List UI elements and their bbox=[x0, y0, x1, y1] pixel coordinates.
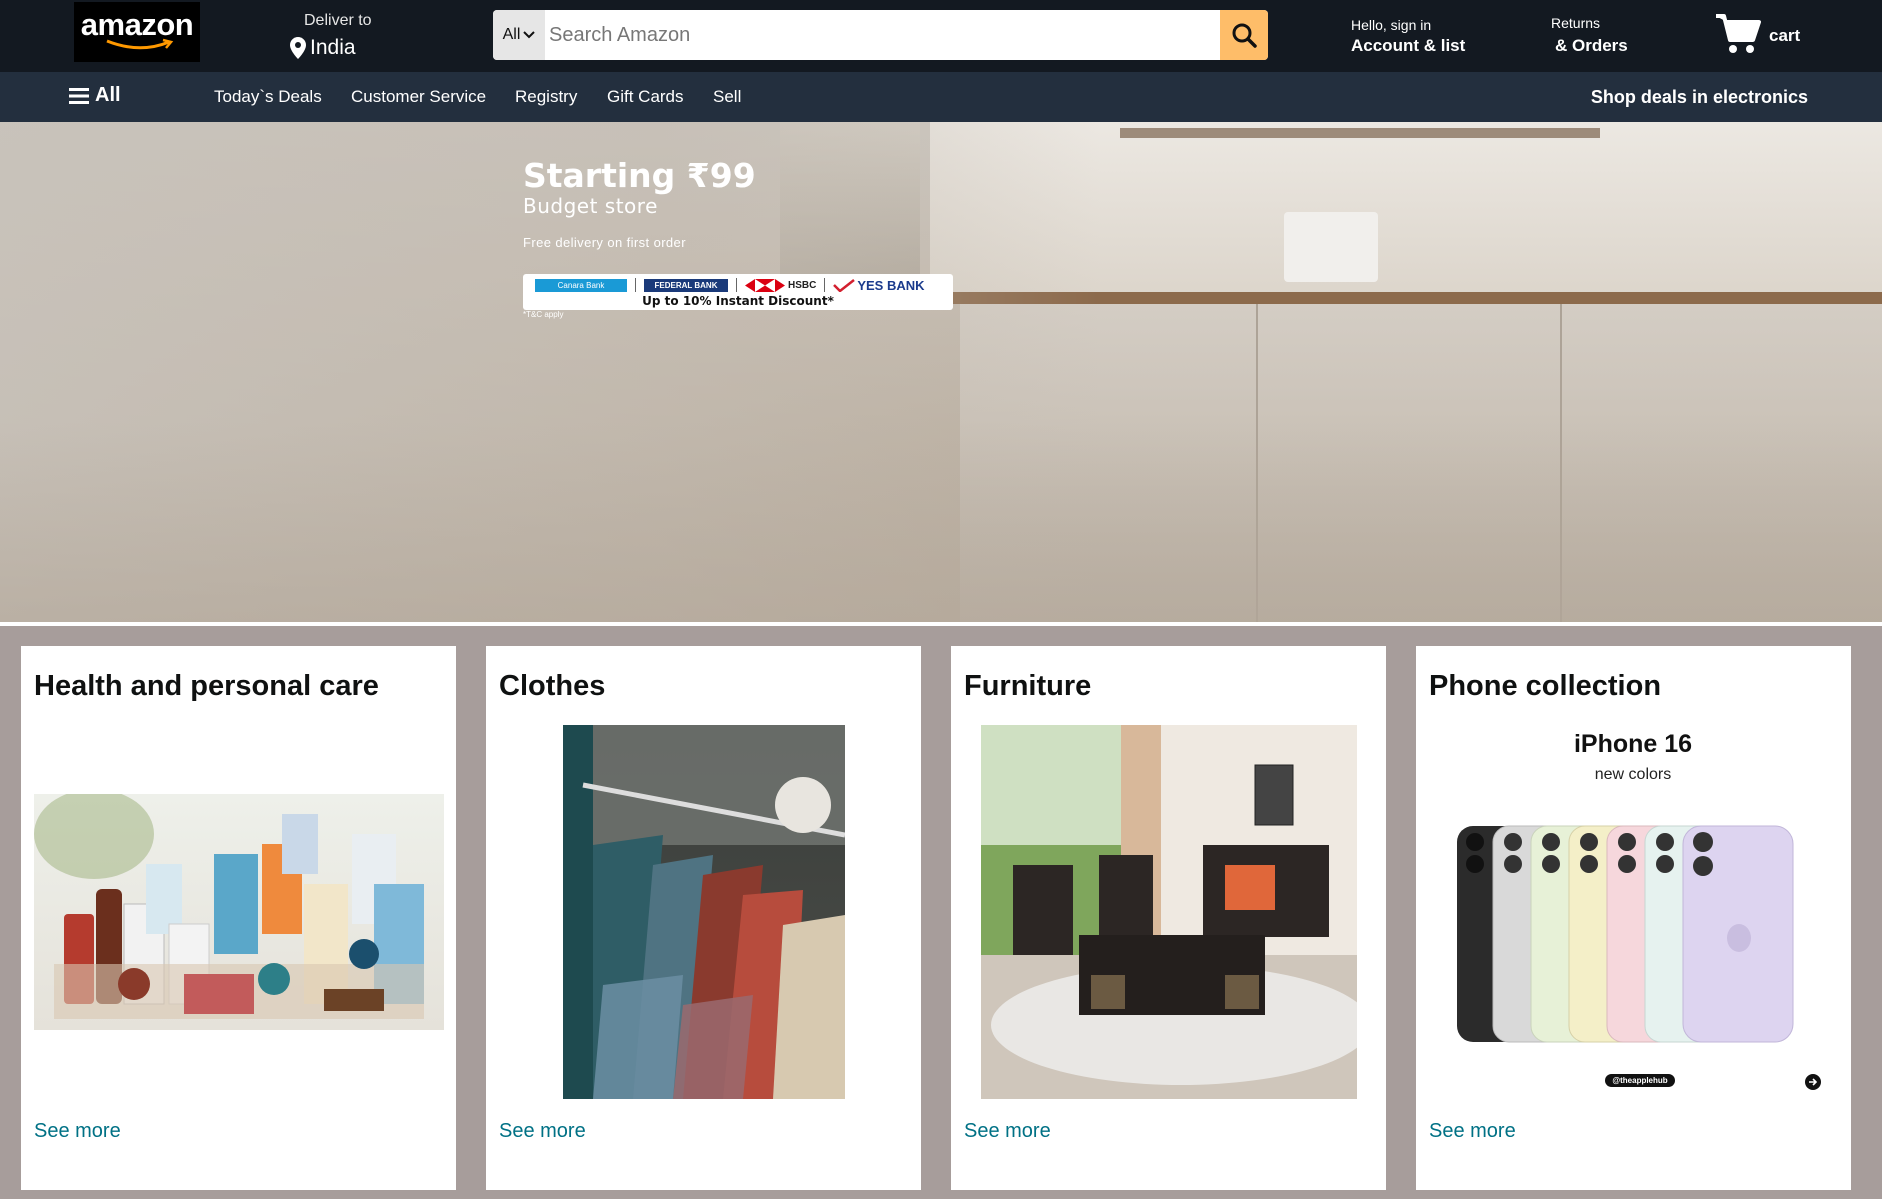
logo-text: amazon bbox=[80, 6, 194, 42]
cart-label: cart bbox=[1769, 26, 1801, 45]
yes-bank-tick-icon bbox=[833, 278, 856, 292]
phone-collection-image[interactable]: iPhone 16 new colors @theapplehub bbox=[1427, 730, 1839, 1104]
orders-label: & Orders bbox=[1555, 36, 1628, 55]
bank-separator bbox=[824, 278, 826, 292]
health-products-illustration bbox=[34, 794, 424, 1019]
secondary-navbar: All Today`s Deals Customer Service Regis… bbox=[0, 72, 1882, 122]
nav-link-gift-cards[interactable]: Gift Cards bbox=[607, 87, 684, 107]
bank-logo-yes: YES BANK bbox=[833, 277, 925, 293]
phone-headline: iPhone 16 bbox=[1573, 730, 1693, 758]
card-title: Clothes bbox=[499, 670, 606, 702]
search-bar: All bbox=[493, 10, 1268, 60]
hero-title-text: Starting bbox=[523, 156, 676, 195]
category-card-furniture: Furniture See more bbox=[951, 646, 1386, 1190]
nav-link-sell[interactable]: Sell bbox=[713, 87, 741, 107]
all-menu-button[interactable]: All bbox=[69, 84, 121, 107]
deliver-location: India bbox=[290, 36, 372, 60]
hero-divider bbox=[0, 622, 1882, 626]
hsbc-hexagon-icon bbox=[745, 278, 785, 292]
hamburger-icon bbox=[69, 87, 89, 104]
search-category-label: All bbox=[502, 26, 521, 43]
arrow-right-icon bbox=[1805, 1074, 1821, 1090]
account-label: Account & list bbox=[1351, 36, 1466, 55]
clothes-rack-image[interactable] bbox=[563, 725, 845, 1099]
bank-logos: Canara Bank FEDERAL BANK HSBC YES BANK bbox=[535, 277, 925, 293]
bank-logo-hsbc: HSBC bbox=[745, 278, 817, 292]
category-card-health: Health and personal care See more bbox=[21, 646, 456, 1190]
amazon-logo[interactable]: amazon bbox=[74, 2, 200, 62]
deliver-to[interactable]: Deliver to India bbox=[290, 12, 372, 60]
furniture-set-image[interactable] bbox=[981, 725, 1357, 1099]
hero-overlay-bottom bbox=[0, 422, 1882, 622]
location-pin-icon bbox=[290, 37, 306, 59]
category-card-clothes: Clothes See more bbox=[486, 646, 921, 1190]
nav-link-customer-service[interactable]: Customer Service bbox=[351, 87, 486, 107]
furniture-set-illustration bbox=[981, 725, 1357, 1099]
smile-arrow-icon bbox=[106, 38, 174, 49]
nav-link-registry[interactable]: Registry bbox=[515, 87, 577, 107]
hero-background-shelf bbox=[1120, 128, 1600, 138]
cart-button[interactable]: cart bbox=[1715, 12, 1800, 54]
account-greeting: Hello, sign in bbox=[1351, 17, 1432, 33]
nav-link-todays-deals[interactable]: Today`s Deals bbox=[214, 87, 322, 107]
hero-banner[interactable] bbox=[0, 122, 1882, 622]
card-title: Health and personal care bbox=[34, 670, 379, 702]
card-title: Phone collection bbox=[1429, 670, 1662, 702]
phone-handle-badge: @theapplehub bbox=[1605, 1074, 1675, 1087]
cart-icon bbox=[1716, 14, 1761, 53]
see-more-link[interactable]: See more bbox=[964, 1120, 1051, 1143]
hero-note: Free delivery on first order bbox=[523, 235, 686, 250]
bank-separator bbox=[736, 278, 737, 292]
bank-logo-federal: FEDERAL BANK bbox=[644, 278, 728, 292]
bank-separator bbox=[635, 278, 636, 292]
card-title: Furniture bbox=[964, 670, 1092, 702]
clothes-rack-illustration bbox=[563, 725, 845, 1099]
hero-subtitle: Budget store bbox=[523, 194, 658, 218]
bank-offer-strip: Canara Bank FEDERAL BANK HSBC YES BANK U… bbox=[523, 274, 953, 310]
phone-subheadline: new colors bbox=[1594, 766, 1672, 783]
category-card-phones: Phone collection iPhone 16 new colors @t… bbox=[1416, 646, 1851, 1190]
search-category-select[interactable]: All bbox=[493, 10, 545, 60]
returns-orders[interactable]: Returns & Orders bbox=[1551, 15, 1628, 56]
bank-yes-label: YES BANK bbox=[857, 277, 925, 293]
all-menu-label: All bbox=[95, 84, 121, 106]
health-products-image[interactable] bbox=[34, 794, 444, 1030]
search-input[interactable] bbox=[545, 10, 1220, 60]
iphone-lineup-illustration bbox=[1457, 825, 1794, 1043]
nav-promo-electronics[interactable]: Shop deals in electronics bbox=[1591, 87, 1808, 108]
returns-label: Returns bbox=[1551, 15, 1601, 31]
deliver-label: Deliver to bbox=[304, 12, 372, 29]
terms-note: *T&C apply bbox=[523, 310, 564, 319]
search-icon bbox=[1232, 23, 1257, 48]
top-navbar: amazon Deliver to India All Search Amazo… bbox=[0, 0, 1882, 72]
search-button[interactable] bbox=[1220, 10, 1268, 60]
deliver-country: India bbox=[310, 36, 356, 59]
account-menu[interactable]: Hello, sign in Account & list bbox=[1351, 17, 1465, 56]
see-more-link[interactable]: See more bbox=[1429, 1120, 1516, 1143]
hero-price: ₹99 bbox=[686, 156, 756, 195]
bank-logo-canara: Canara Bank bbox=[535, 278, 627, 292]
chevron-down-icon bbox=[523, 31, 536, 39]
see-more-link[interactable]: See more bbox=[499, 1120, 586, 1143]
see-more-link[interactable]: See more bbox=[34, 1120, 121, 1143]
hero-background-utensil-holder bbox=[1284, 212, 1378, 282]
bank-hsbc-label: HSBC bbox=[788, 279, 817, 291]
hero-title: Starting ₹99 bbox=[523, 156, 756, 195]
bank-discount-text: Up to 10% Instant Discount* bbox=[642, 294, 834, 308]
